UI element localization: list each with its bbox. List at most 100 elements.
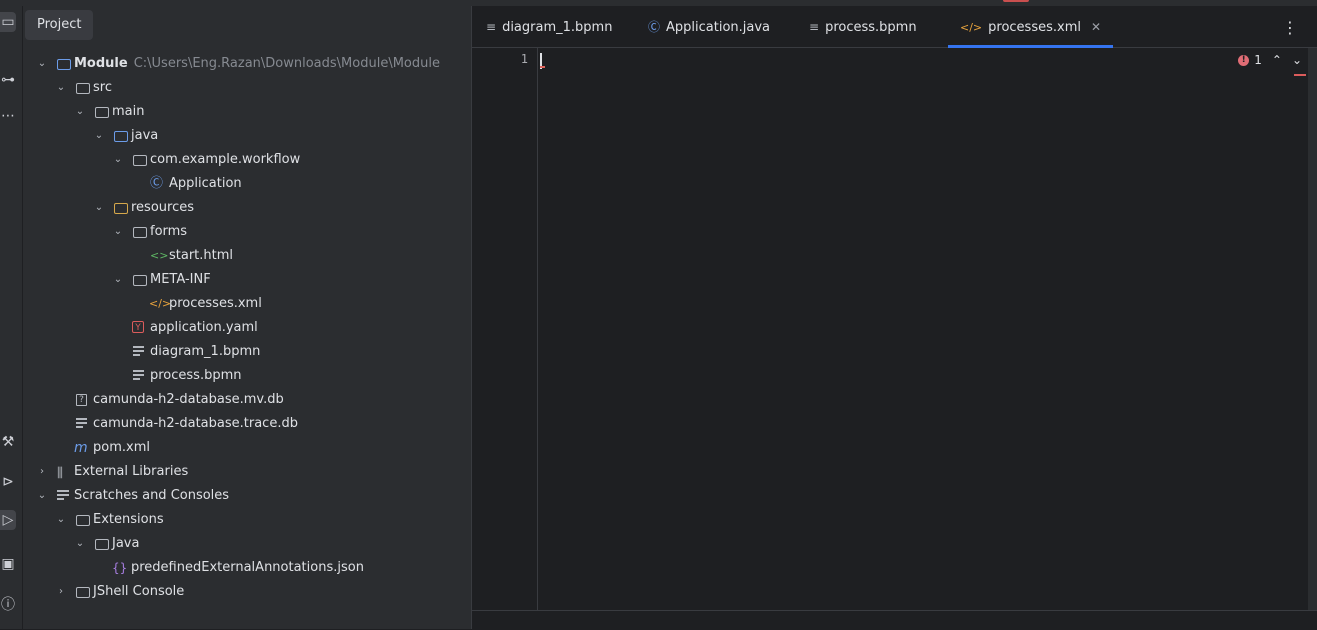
tree-item-resources[interactable]: ⌄ resources — [23, 196, 471, 220]
chevron-down-icon[interactable]: ⌄ — [74, 532, 86, 556]
java-class-icon: Ⓒ — [150, 176, 164, 191]
editor-area: ≡ diagram_1.bpmn Ⓒ Application.java ≡ proce… — [471, 6, 1317, 630]
module-path: C:\Users\Eng.Razan\Downloads\Module\Modu… — [133, 56, 440, 71]
tree-item-label: forms — [150, 224, 188, 239]
folder-icon — [133, 227, 147, 238]
chevron-down-icon[interactable]: ⌄ — [112, 220, 124, 244]
tree-item-meta-inf[interactable]: ⌄ META-INF — [23, 268, 471, 292]
chevron-right-icon[interactable]: › — [36, 460, 48, 484]
text-file-icon: ≡ — [809, 20, 820, 34]
xml-file-icon: </> — [960, 21, 983, 34]
tree-item-label: resources — [131, 200, 195, 215]
tree-item-mv-db[interactable]: ? camunda-h2-database.mv.db — [23, 388, 471, 412]
line-number: 1 — [520, 52, 528, 66]
inspection-widget[interactable]: ! 1 ⌃ ⌄ — [1238, 53, 1302, 67]
tree-item-src[interactable]: ⌄ src — [23, 76, 471, 100]
tree-item-processes-xml[interactable]: </> processes.xml — [23, 292, 471, 316]
chevron-down-icon[interactable]: ⌄ — [112, 148, 124, 172]
tree-item-application[interactable]: Ⓒ Application — [23, 172, 471, 196]
text-file-icon: ≡ — [486, 20, 497, 34]
tree-item-label: main — [112, 104, 145, 119]
project-panel-title[interactable]: Project — [25, 10, 94, 40]
folder-icon — [76, 515, 90, 526]
tree-item-label: application.yaml — [150, 320, 258, 335]
chevron-down-icon[interactable]: ⌄ — [93, 124, 105, 148]
tree-item-label: java — [131, 128, 159, 143]
tree-item-application-yaml[interactable]: Y application.yaml — [23, 316, 471, 340]
tree-item-json[interactable]: {} predefinedExternalAnnotations.json — [23, 556, 471, 580]
tab-application-java[interactable]: Ⓒ Application.java — [648, 6, 770, 47]
tab-label: processes.xml — [988, 20, 1081, 35]
folder-icon — [95, 539, 109, 550]
tree-item-external-libraries[interactable]: › ⫼ External Libraries — [23, 460, 471, 484]
tree-item-label: camunda-h2-database.mv.db — [93, 392, 284, 407]
tree-item-label: Application — [169, 176, 242, 191]
tab-processes-xml[interactable]: </> processes.xml ✕ — [948, 6, 1114, 48]
chevron-down-icon[interactable]: ⌄ — [74, 100, 86, 124]
chevron-right-icon[interactable]: › — [55, 580, 67, 604]
tree-item-pom-xml[interactable]: m pom.xml — [23, 436, 471, 460]
tab-label: process.bpmn — [825, 20, 917, 35]
terminal-tool-icon[interactable]: ▣ — [0, 554, 16, 574]
resources-folder-icon — [114, 203, 128, 214]
tree-item-label: processes.xml — [169, 296, 262, 311]
editor-bottom-bar — [472, 610, 1317, 630]
more-tools-icon[interactable]: ⋯ — [0, 106, 16, 126]
chevron-up-icon[interactable]: ⌃ — [1272, 53, 1282, 67]
chevron-down-icon[interactable]: ⌄ — [36, 484, 48, 508]
code-editor[interactable] — [538, 48, 1308, 610]
problems-tool-icon[interactable]: ⓘ — [0, 594, 16, 614]
tree-item-extensions[interactable]: ⌄ Extensions — [23, 508, 471, 532]
error-icon: ! — [1238, 54, 1250, 66]
maven-file-icon: m — [74, 440, 88, 456]
package-icon — [133, 155, 147, 166]
tool-window-bar: ▭ ⊶ ⋯ ⚒ ⊳ ▷ ▣ ⓘ — [0, 6, 23, 629]
chevron-down-icon[interactable]: ⌄ — [36, 52, 48, 76]
close-icon[interactable]: ✕ — [1091, 20, 1101, 34]
chevron-down-icon[interactable]: ⌄ — [112, 268, 124, 292]
more-tabs-icon[interactable]: ⋮ — [1282, 18, 1298, 37]
commit-tool-icon[interactable]: ⊶ — [0, 70, 16, 90]
tree-item-jshell[interactable]: › JShell Console — [23, 580, 471, 604]
text-file-icon — [133, 346, 144, 358]
tree-item-diagram-bpmn[interactable]: diagram_1.bpmn — [23, 340, 471, 364]
chevron-down-icon[interactable]: ⌄ — [55, 76, 67, 100]
tree-item-main[interactable]: ⌄ main — [23, 100, 471, 124]
tree-item-label: External Libraries — [74, 464, 189, 479]
folder-icon — [76, 83, 90, 94]
scrollbar-error-marker[interactable] — [1294, 74, 1306, 76]
tab-label: diagram_1.bpmn — [502, 20, 613, 35]
error-indicator[interactable]: ! 1 — [1238, 53, 1262, 67]
services-tool-icon[interactable]: ▷ — [0, 510, 16, 530]
tree-item-forms[interactable]: ⌄ forms — [23, 220, 471, 244]
tree-item-package[interactable]: ⌄ com.example.workflow — [23, 148, 471, 172]
tab-diagram-bpmn[interactable]: ≡ diagram_1.bpmn — [486, 6, 612, 47]
tree-item-java-ext[interactable]: ⌄ Java — [23, 532, 471, 556]
folder-icon — [133, 275, 147, 286]
tree-item-label: pom.xml — [93, 440, 150, 455]
chevron-down-icon[interactable]: ⌄ — [93, 196, 105, 220]
tree-item-java[interactable]: ⌄ java — [23, 124, 471, 148]
tree-item-label: diagram_1.bpmn — [150, 344, 261, 359]
build-tool-icon[interactable]: ⚒ — [0, 432, 16, 452]
tree-item-process-bpmn[interactable]: process.bpmn — [23, 364, 471, 388]
tree-item-trace-db[interactable]: camunda-h2-database.trace.db — [23, 412, 471, 436]
tree-item-module[interactable]: ⌄ Module C:\Users\Eng.Razan\Downloads\Mod… — [23, 52, 471, 76]
tree-item-scratches[interactable]: ⌄ Scratches and Consoles — [23, 484, 471, 508]
source-folder-icon — [114, 131, 128, 142]
line-gutter: 1 — [472, 48, 538, 610]
tree-item-label: camunda-h2-database.trace.db — [93, 416, 298, 431]
editor-tab-bar: ≡ diagram_1.bpmn Ⓒ Application.java ≡ proce… — [472, 6, 1317, 48]
project-panel: Project ⌄ Module C:\Users\Eng.Razan\Downl… — [23, 6, 471, 629]
project-tool-icon[interactable]: ▭ — [0, 12, 16, 32]
tab-process-bpmn[interactable]: ≡ process.bpmn — [809, 6, 917, 47]
chevron-down-icon[interactable]: ⌄ — [1292, 53, 1302, 67]
chevron-down-icon[interactable]: ⌄ — [55, 508, 67, 532]
tree-item-label: JShell Console — [93, 584, 185, 599]
tree-item-label: Module — [74, 56, 128, 71]
tree-item-start-html[interactable]: <> start.html — [23, 244, 471, 268]
tree-item-label: META-INF — [150, 272, 211, 287]
libraries-icon: ⫼ — [57, 466, 63, 481]
run-tool-icon[interactable]: ⊳ — [0, 472, 16, 492]
vertical-scrollbar[interactable] — [1308, 48, 1317, 610]
